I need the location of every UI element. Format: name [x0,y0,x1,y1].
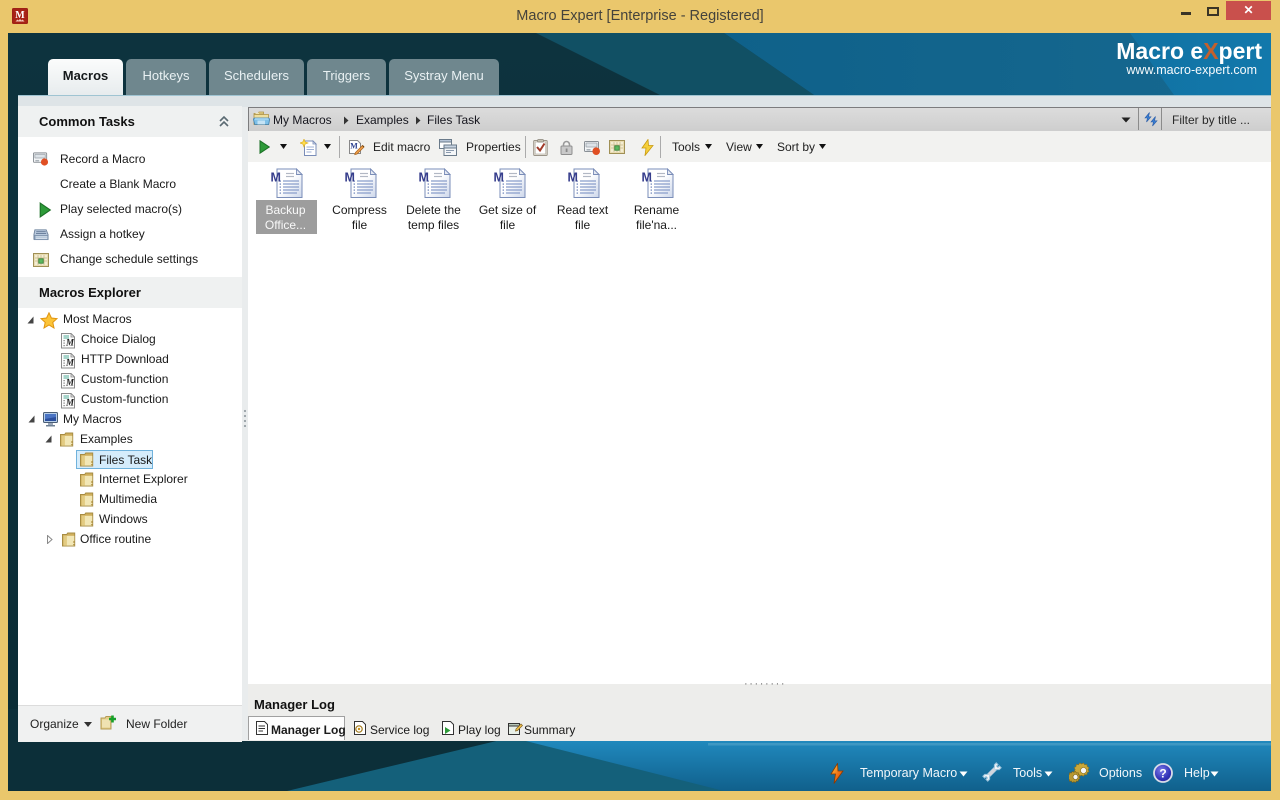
svg-text:?: ? [1159,767,1166,781]
svg-text:M: M [350,142,358,151]
